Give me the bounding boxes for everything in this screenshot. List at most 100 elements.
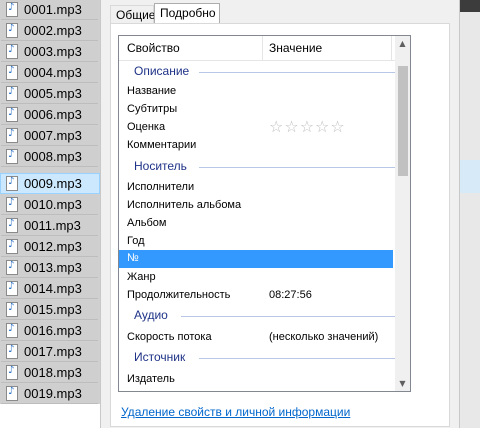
file-name: 0009.mp3	[24, 176, 82, 191]
file-name: 0016.mp3	[24, 323, 82, 338]
audio-file-icon	[6, 149, 18, 164]
property-value: 08:27:56	[269, 289, 312, 301]
property-row-length[interactable]: Продолжительность 08:27:56	[119, 287, 395, 305]
property-row-rating[interactable]: Оценка ☆☆☆☆☆	[119, 117, 395, 137]
file-item[interactable]: 0002.mp3	[1, 21, 98, 41]
file-item[interactable]: 0016.mp3	[1, 321, 98, 341]
group-label: Аудио	[134, 308, 168, 322]
file-item[interactable]: 0012.mp3	[1, 237, 98, 257]
property-name: Комментарии	[127, 139, 197, 151]
property-name: Субтитры	[127, 103, 178, 115]
file-name: 0017.mp3	[24, 344, 82, 359]
audio-file-icon	[6, 239, 18, 254]
property-name: Исполнитель альбома	[127, 199, 242, 211]
file-item[interactable]: 0007.mp3	[1, 126, 98, 146]
property-name: Оценка	[127, 121, 166, 133]
file-name: 0007.mp3	[24, 128, 82, 143]
column-header-property[interactable]: Свойство	[127, 41, 180, 55]
file-item[interactable]: 0010.mp3	[1, 195, 98, 215]
file-item[interactable]: 0003.mp3	[1, 42, 98, 62]
file-name: 0015.mp3	[24, 302, 82, 317]
file-name: 0004.mp3	[24, 65, 82, 80]
audio-file-icon	[6, 218, 18, 233]
rating-stars-icon[interactable]: ☆☆☆☆☆	[269, 117, 346, 136]
property-row-year[interactable]: Год	[119, 233, 395, 251]
tab-details[interactable]: Подробно	[154, 3, 220, 24]
property-row-artists[interactable]: Исполнители	[119, 179, 395, 197]
file-name: 0008.mp3	[24, 149, 82, 164]
group-description: Описание	[119, 64, 410, 82]
file-item[interactable]: 0004.mp3	[1, 63, 98, 83]
file-name: 0012.mp3	[24, 239, 82, 254]
group-label: Носитель	[134, 159, 187, 173]
property-row-genre[interactable]: Жанр	[119, 269, 395, 287]
audio-file-icon	[6, 44, 18, 59]
scroll-up-arrow-icon[interactable]: ▲	[395, 36, 410, 51]
group-label: Описание	[134, 64, 190, 78]
file-name: 0018.mp3	[24, 365, 82, 380]
property-name: №	[127, 252, 139, 264]
file-name: 0005.mp3	[24, 86, 82, 101]
group-label: Источник	[134, 350, 186, 364]
audio-file-icon	[6, 23, 18, 38]
file-item[interactable]: 0008.mp3	[1, 147, 98, 167]
audio-file-icon	[6, 107, 18, 122]
file-item[interactable]: 0017.mp3	[1, 342, 98, 362]
audio-file-icon	[6, 365, 18, 380]
file-item[interactable]: 0014.mp3	[1, 279, 98, 299]
audio-file-icon	[6, 302, 18, 317]
file-name: 0014.mp3	[24, 281, 82, 296]
group-audio: Аудио	[119, 308, 410, 326]
property-row-subtitle[interactable]: Субтитры	[119, 101, 395, 119]
column-divider[interactable]	[262, 36, 263, 60]
tab-general[interactable]: Общие	[110, 5, 155, 24]
file-item[interactable]: 0015.mp3	[1, 300, 98, 320]
remove-properties-link[interactable]: Удаление свойств и личной информации	[121, 405, 350, 419]
file-item[interactable]: 0001.mp3	[1, 0, 98, 20]
file-list: 0001.mp3 0002.mp3 0003.mp3 0004.mp3 0005…	[0, 0, 100, 404]
audio-file-icon	[6, 344, 18, 359]
audio-file-icon	[6, 86, 18, 101]
audio-file-icon	[6, 260, 18, 275]
file-name: 0003.mp3	[24, 44, 82, 59]
property-name: Год	[127, 235, 145, 247]
file-item[interactable]: 0013.mp3	[1, 258, 98, 278]
group-origin: Источник	[119, 350, 410, 368]
property-name: Название	[127, 85, 177, 97]
audio-file-icon	[6, 65, 18, 80]
file-item-selected[interactable]: 0009.mp3	[0, 173, 100, 194]
file-item[interactable]: 0018.mp3	[1, 363, 98, 383]
property-value: (несколько значений)	[269, 331, 379, 343]
property-name: Жанр	[127, 271, 156, 283]
file-name: 0001.mp3	[24, 2, 82, 17]
file-name: 0011.mp3	[24, 218, 81, 233]
column-divider[interactable]	[391, 36, 392, 60]
property-row-album[interactable]: Альбом	[119, 215, 395, 233]
property-name: Скорость потока	[127, 331, 212, 343]
property-grid: Свойство Значение Описание Название Субт…	[118, 35, 411, 392]
scroll-down-arrow-icon[interactable]: ▼	[395, 376, 410, 391]
property-name: Исполнители	[127, 181, 195, 193]
column-header-value[interactable]: Значение	[269, 41, 322, 55]
properties-dialog: Общие Подробно Свойство Значение Описани…	[100, 0, 460, 428]
property-row-track-number[interactable]: №	[119, 250, 393, 268]
file-item[interactable]: 0006.mp3	[1, 105, 98, 125]
group-divider	[181, 316, 395, 317]
file-item[interactable]: 0011.mp3	[1, 216, 98, 236]
file-name: 0006.mp3	[24, 107, 82, 122]
file-item[interactable]: 0019.mp3	[1, 384, 98, 404]
audio-file-icon	[6, 323, 18, 338]
property-row-album-artist[interactable]: Исполнитель альбома	[119, 197, 395, 215]
group-divider	[199, 358, 395, 359]
property-row-bitrate[interactable]: Скорость потока (несколько значений)	[119, 329, 395, 347]
property-name: Альбом	[127, 217, 167, 229]
file-item[interactable]: 0005.mp3	[1, 84, 98, 104]
vertical-scrollbar[interactable]: ▲ ▼	[395, 36, 410, 391]
property-name: Издатель	[127, 373, 175, 385]
property-row-publisher[interactable]: Издатель	[119, 371, 395, 389]
scrollbar-thumb[interactable]	[398, 66, 408, 176]
property-row-comments[interactable]: Комментарии	[119, 137, 395, 155]
audio-file-icon	[6, 176, 18, 191]
property-row-title[interactable]: Название	[119, 83, 395, 101]
grid-header: Свойство Значение	[119, 36, 410, 61]
